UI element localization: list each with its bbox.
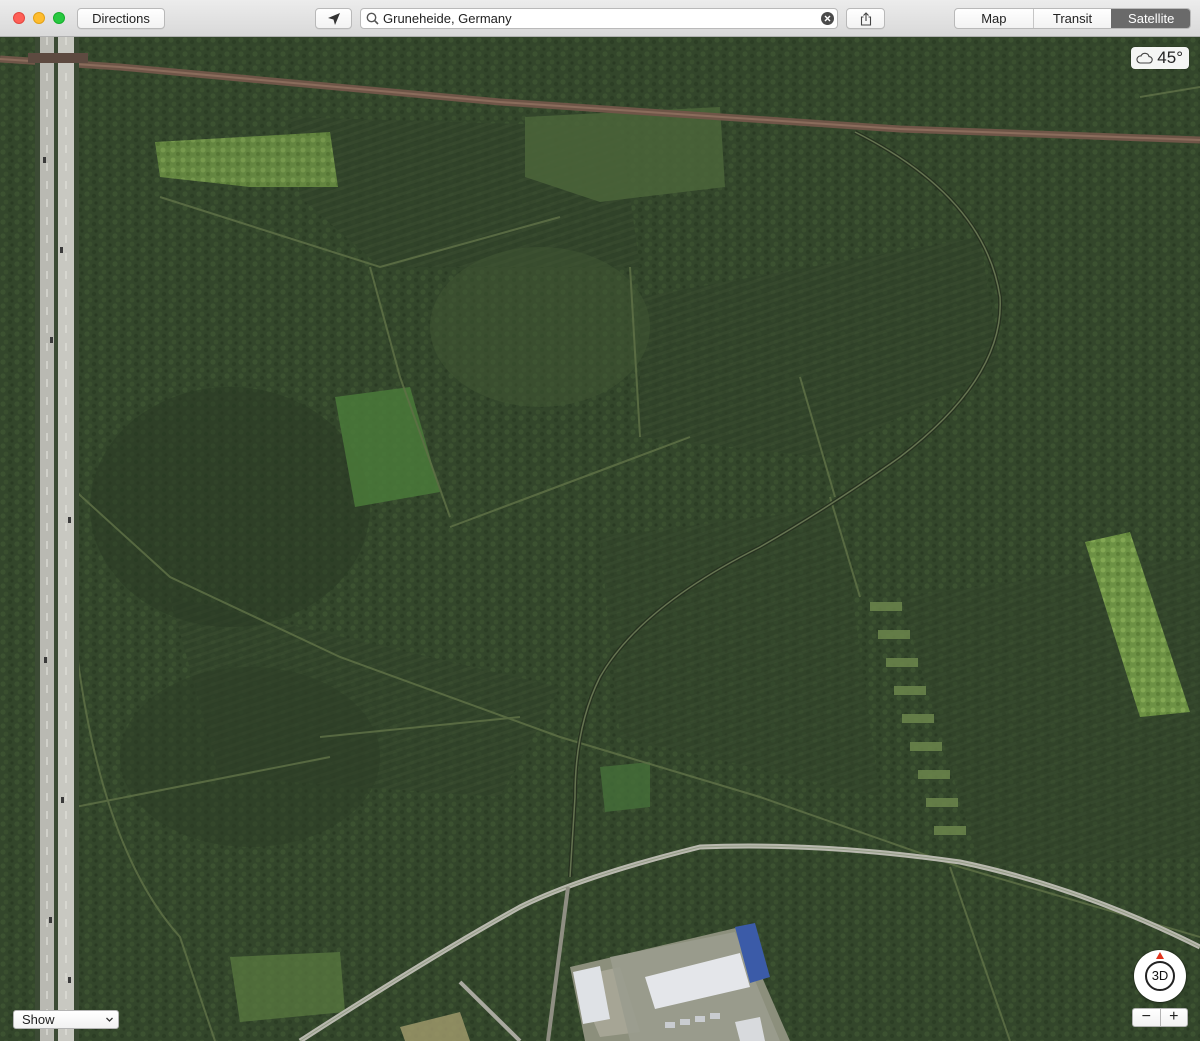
map-view-segmented-control: Map Transit Satellite [954,8,1191,29]
tab-transit[interactable]: Transit [1032,9,1112,28]
compass-3d-button[interactable]: 3D [1134,950,1186,1002]
weather-badge: 45° [1131,47,1189,69]
cloud-icon [1136,52,1153,64]
share-icon [860,11,871,26]
directions-button[interactable]: Directions [77,8,165,29]
compass-3d-label: 3D [1145,961,1175,991]
show-menu[interactable]: Show [13,1010,119,1029]
zoom-in-button[interactable]: + [1159,1009,1188,1026]
north-indicator-icon [1156,952,1164,959]
maps-window: Directions Gruneheide, Germany Map Trans… [0,0,1200,1041]
chevron-down-icon [106,1017,113,1022]
satellite-imagery [0,37,1200,1041]
clear-x-icon [824,15,831,22]
clear-search-button[interactable] [821,12,834,25]
location-arrow-icon [327,12,340,25]
zoom-controls: − + [1132,1008,1188,1027]
share-button[interactable] [846,8,885,29]
show-menu-label: Show [22,1012,55,1027]
magnifier-icon [366,12,379,25]
temperature-label: 45° [1157,48,1183,67]
minimize-window-button[interactable] [33,12,45,24]
satellite-map[interactable] [0,37,1200,1041]
toolbar: Directions Gruneheide, Germany Map Trans… [0,0,1200,37]
tab-map[interactable]: Map [955,9,1033,28]
tab-satellite[interactable]: Satellite [1111,9,1190,28]
search-input[interactable] [383,9,803,28]
zoom-window-button[interactable] [53,12,65,24]
current-location-button[interactable] [315,8,352,29]
close-window-button[interactable] [13,12,25,24]
zoom-out-button[interactable]: − [1133,1009,1160,1026]
search-field[interactable] [360,8,838,29]
